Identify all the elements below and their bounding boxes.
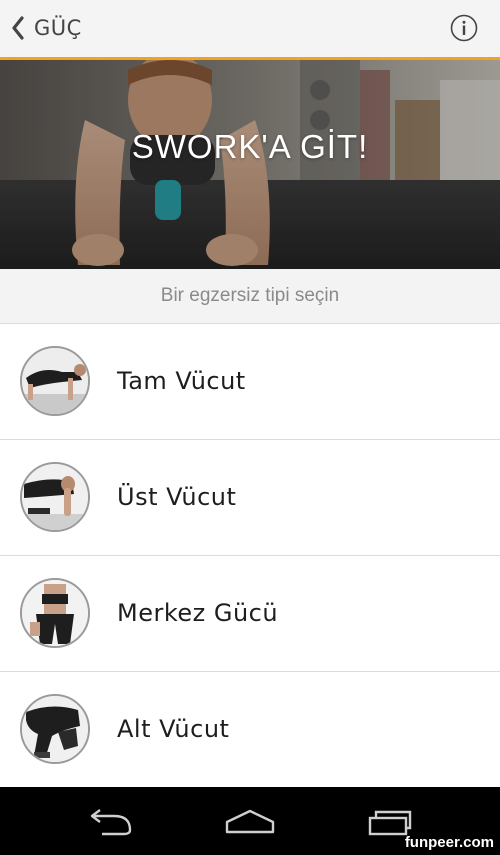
chevron-left-icon bbox=[8, 13, 28, 43]
list-item-label: Merkez Gücü bbox=[117, 599, 279, 627]
watermark: funpeer.com bbox=[404, 834, 494, 851]
list-item-merkez-gucu[interactable]: Merkez Gücü bbox=[0, 556, 500, 672]
list-item-label: Tam Vücut bbox=[117, 367, 246, 395]
exercise-type-list: Tam Vücut Üst Vücut Merkez Gücü Alt Vücu… bbox=[0, 324, 500, 788]
nav-back-icon bbox=[90, 809, 132, 836]
nav-home-icon bbox=[225, 809, 275, 834]
list-item-ust-vucut[interactable]: Üst Vücut bbox=[0, 440, 500, 556]
system-nav-bar: funpeer.com bbox=[0, 787, 500, 855]
section-subtitle: Bir egzersiz tipi seçin bbox=[0, 269, 500, 324]
core-strength-thumbnail bbox=[20, 578, 90, 648]
back-button[interactable]: GÜÇ bbox=[8, 13, 82, 43]
list-item-alt-vucut[interactable]: Alt Vücut bbox=[0, 672, 500, 788]
app-header: GÜÇ bbox=[0, 0, 500, 60]
list-item-label: Üst Vücut bbox=[117, 483, 237, 511]
lower-body-thumbnail bbox=[20, 694, 90, 764]
nav-back-button[interactable] bbox=[82, 805, 138, 839]
nav-recents-icon bbox=[368, 810, 412, 836]
list-item-tam-vucut[interactable]: Tam Vücut bbox=[0, 324, 500, 440]
info-button[interactable] bbox=[450, 14, 478, 42]
hero-banner[interactable]: SWORK'A GİT! bbox=[0, 60, 500, 269]
upper-body-thumbnail bbox=[20, 462, 90, 532]
hero-title: SWORK'A GİT! bbox=[131, 128, 369, 165]
list-item-label: Alt Vücut bbox=[117, 715, 230, 743]
back-label: GÜÇ bbox=[34, 16, 82, 40]
info-icon bbox=[450, 14, 478, 42]
full-body-thumbnail bbox=[20, 346, 90, 416]
nav-home-button[interactable] bbox=[222, 805, 278, 839]
